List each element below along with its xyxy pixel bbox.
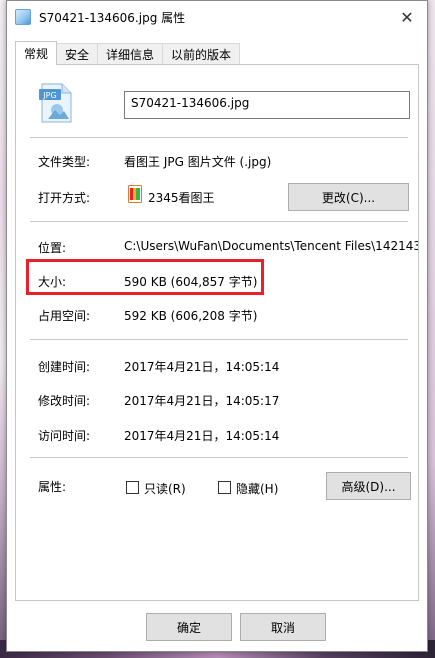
open-with-label: 打开方式: [38, 191, 91, 205]
viewer-app-icon [128, 185, 142, 203]
tab-details[interactable]: 详细信息 [97, 43, 164, 65]
readonly-checkbox[interactable] [126, 481, 139, 494]
cancel-button[interactable]: 取消 [240, 613, 326, 641]
created-label: 创建时间: [38, 360, 91, 374]
location-value: C:\Users\WuFan\Documents\Tencent Files\1… [124, 239, 418, 253]
size-value: 590 KB (604,857 字节) [124, 275, 258, 289]
filename-input[interactable]: S70421-134606.jpg [124, 91, 410, 119]
window-title: S70421-134606.jpg 属性 [39, 10, 186, 25]
location-label: 位置: [38, 241, 67, 255]
open-with-app: 2345看图王 [148, 191, 215, 205]
created-value: 2017年4月21日，14:05:14 [124, 360, 280, 374]
tab-strip: 常规 安全 详细信息 以前的版本 [15, 41, 241, 65]
modified-value: 2017年4月21日，14:05:17 [124, 394, 280, 408]
hidden-checkbox[interactable] [218, 481, 231, 494]
file-type-value: 看图王 JPG 图片文件 (.jpg) [124, 155, 272, 169]
modified-label: 修改时间: [38, 394, 91, 408]
readonly-label[interactable]: 只读(R) [144, 480, 186, 497]
ok-button[interactable]: 确定 [146, 613, 232, 641]
accessed-value: 2017年4月21日，14:05:14 [124, 429, 280, 443]
hidden-label[interactable]: 隐藏(H) [236, 480, 278, 497]
file-type-label: 文件类型: [38, 155, 91, 169]
size-label: 大小: [38, 275, 67, 289]
divider [30, 457, 408, 458]
change-button[interactable]: 更改(C)... [288, 183, 409, 211]
advanced-button[interactable]: 高级(D)... [326, 472, 411, 500]
general-panel: JPG S70421-134606.jpg 文件类型: 看图王 JPG 图片文件… [15, 64, 419, 601]
disk-size-label: 占用空间: [38, 309, 91, 323]
title-bar[interactable]: S70421-134606.jpg 属性 ✕ [7, 1, 427, 33]
image-file-icon [15, 9, 31, 25]
accessed-label: 访问时间: [38, 429, 91, 443]
tab-security[interactable]: 安全 [56, 43, 99, 65]
divider [30, 221, 408, 222]
close-icon: ✕ [400, 7, 414, 27]
divider [30, 339, 408, 340]
disk-size-value: 592 KB (606,208 字节) [124, 309, 258, 323]
divider [30, 137, 408, 138]
attributes-label: 属性: [38, 480, 67, 494]
properties-dialog: S70421-134606.jpg 属性 ✕ 常规 安全 详细信息 以前的版本 … [6, 0, 428, 652]
jpg-badge-text: JPG [42, 91, 56, 100]
tab-previous-versions[interactable]: 以前的版本 [162, 43, 241, 65]
tab-general[interactable]: 常规 [15, 41, 58, 65]
jpg-file-icon: JPG [39, 83, 72, 123]
close-button[interactable]: ✕ [387, 1, 427, 33]
